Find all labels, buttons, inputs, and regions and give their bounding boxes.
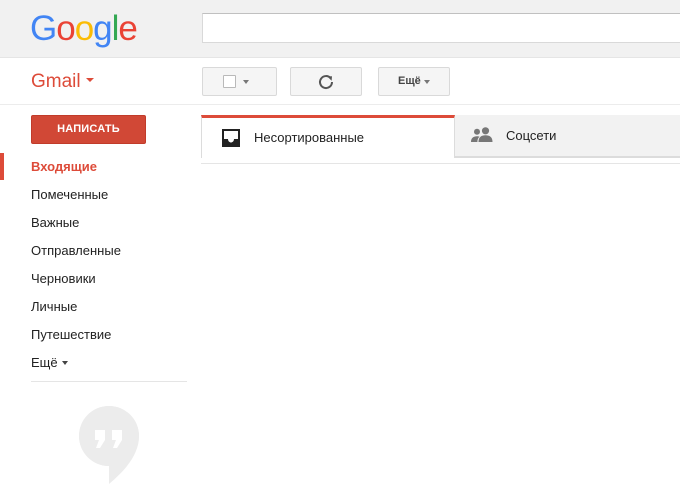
compose-button[interactable]: НАПИСАТЬ bbox=[31, 115, 146, 144]
logo-letter: l bbox=[111, 9, 120, 48]
sidebar-item-more[interactable]: Ещё bbox=[31, 355, 68, 371]
hangouts-icon[interactable] bbox=[78, 406, 140, 489]
search-input[interactable] bbox=[202, 13, 680, 43]
refresh-button[interactable] bbox=[290, 67, 362, 96]
logo-letter: e bbox=[118, 9, 137, 48]
chevron-down-icon bbox=[61, 360, 68, 365]
tab-social[interactable]: Соцсети bbox=[455, 115, 680, 157]
sidebar-item-inbox[interactable]: Входящие bbox=[31, 159, 97, 175]
logo-letter: o bbox=[74, 9, 94, 48]
logo-letter: o bbox=[56, 9, 75, 48]
chevron-down-icon bbox=[85, 77, 94, 82]
tab-label: Соцсети bbox=[506, 128, 557, 143]
gmail-app-menu[interactable]: Gmail bbox=[31, 70, 94, 94]
tab-primary[interactable]: Несортированные bbox=[201, 115, 455, 158]
people-icon bbox=[471, 127, 493, 142]
toolbar-divider bbox=[0, 104, 680, 105]
checkbox-icon[interactable] bbox=[223, 75, 236, 88]
select-button[interactable] bbox=[202, 67, 277, 96]
chevron-down-icon bbox=[424, 80, 430, 84]
chevron-down-icon bbox=[243, 80, 249, 84]
sidebar-item-travel[interactable]: Путешествие bbox=[31, 327, 111, 343]
sidebar-item-important[interactable]: Важные bbox=[31, 215, 79, 231]
refresh-icon bbox=[319, 75, 334, 90]
active-indicator bbox=[0, 153, 4, 180]
sidebar-item-label: Ещё bbox=[31, 355, 58, 370]
logo-letter: g bbox=[93, 9, 112, 48]
logo-letter: G bbox=[30, 9, 57, 48]
google-logo[interactable]: Google bbox=[30, 9, 138, 49]
sidebar-item-drafts[interactable]: Черновики bbox=[31, 271, 96, 287]
sidebar-divider bbox=[31, 381, 187, 382]
more-button[interactable]: Ещё bbox=[378, 67, 450, 96]
tab-label: Несортированные bbox=[254, 130, 365, 145]
sidebar-item-starred[interactable]: Помеченные bbox=[31, 187, 108, 203]
inbox-tray-icon bbox=[222, 129, 240, 147]
top-header: Google bbox=[0, 0, 680, 58]
more-button-label: Ещё bbox=[398, 75, 421, 87]
gmail-label: Gmail bbox=[31, 71, 81, 92]
sidebar-item-sent[interactable]: Отправленные bbox=[31, 243, 121, 259]
message-list-divider bbox=[201, 163, 680, 164]
sidebar-item-personal[interactable]: Личные bbox=[31, 299, 77, 315]
